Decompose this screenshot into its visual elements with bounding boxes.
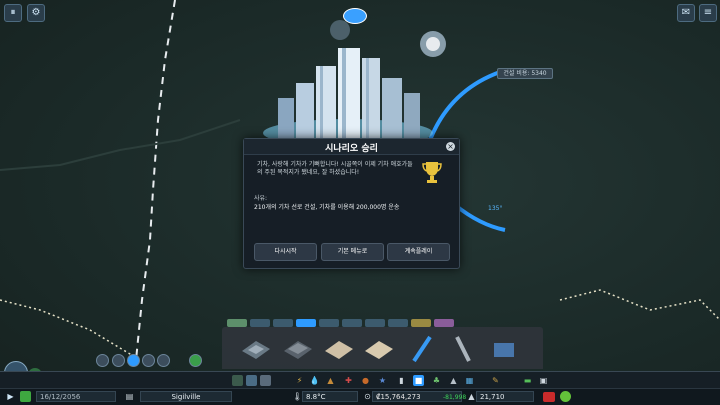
track-preview [428, 70, 501, 141]
tab-category[interactable] [250, 319, 270, 327]
asset-track-large[interactable] [363, 333, 395, 363]
tab-category[interactable] [342, 319, 362, 327]
district-icon[interactable] [246, 375, 257, 386]
tab-category[interactable] [273, 319, 293, 327]
info-icon[interactable]: ▣ [538, 375, 549, 386]
city-name[interactable]: Sigilville [140, 391, 232, 402]
main-menu-button[interactable]: 기본 메뉴로 [321, 243, 384, 261]
demand-meter[interactable] [543, 392, 555, 402]
city-skyline [263, 48, 433, 146]
tab-category[interactable] [411, 319, 431, 327]
dialog-message: 기차, 사랑해 기차가 기뻐합니다! 시골쪽이 이제 기차 애호가들의 주된 목… [257, 161, 413, 176]
asset-elevated-track[interactable] [447, 333, 479, 363]
road-faint [0, 119, 241, 171]
wonders-icon[interactable]: ▦ [464, 375, 475, 386]
economy-icon[interactable]: ✎ [490, 375, 501, 386]
reason-text: 210개의 기차 선로 건설, 기차를 이용해 200,000명 운송 [254, 204, 400, 211]
temperature: 8.8°C [302, 391, 358, 402]
water-icon[interactable]: 💧 [309, 375, 320, 386]
game-date: 16/12/2056 [36, 391, 116, 402]
tab-category[interactable] [434, 319, 454, 327]
fire-icon[interactable]: ● [360, 375, 371, 386]
tab-category[interactable] [388, 319, 408, 327]
road-dashed-line [135, 0, 176, 361]
scenario-victory-dialog: 시나리오 승리 × 기차, 사랑해 기차가 기뻐합니다! 시골쪽이 이제 기차 … [243, 138, 460, 269]
asset-panel [222, 327, 543, 369]
tab-category[interactable] [227, 319, 247, 327]
unlock-icon[interactable]: ⚙ [27, 4, 45, 22]
trophy-icon [422, 162, 442, 183]
police-icon[interactable]: ★ [377, 375, 388, 386]
asset-tunnel[interactable] [488, 333, 520, 363]
angle-label: 135° [488, 205, 503, 212]
road-tool-icon[interactable] [112, 354, 125, 367]
main-toolbar: ⚡ 💧 ▲ ✚ ● ★ ▮ ■ ♣ ▲ ▦ ✎ ▬ ▣ [0, 371, 720, 389]
zoning-icon[interactable] [232, 375, 243, 386]
city-icon: ▤ [125, 392, 134, 401]
dialog-title: 시나리오 승리 [325, 144, 378, 154]
road-faint [559, 289, 720, 321]
bulldozer-icon[interactable] [96, 354, 109, 367]
options-icon[interactable]: ≡ [699, 4, 717, 22]
continue-button[interactable]: 계속플레이 [387, 243, 450, 261]
close-icon[interactable]: × [446, 142, 455, 151]
train-tool-icon[interactable] [127, 354, 140, 367]
chirper-bird-icon[interactable] [343, 8, 367, 24]
reason-label: 사유: [254, 195, 268, 202]
policies-icon[interactable]: ▬ [522, 375, 533, 386]
asset-cargo-station[interactable] [282, 333, 314, 363]
asset-train-station[interactable] [240, 333, 272, 363]
pause-icon[interactable]: ⏸ [4, 4, 22, 22]
asset-train-track[interactable] [406, 333, 438, 363]
electricity-icon[interactable]: ⚡ [294, 375, 305, 386]
power-line-icon[interactable] [157, 354, 170, 367]
tab-category[interactable] [365, 319, 385, 327]
asset-track-small[interactable] [323, 333, 355, 363]
restart-button[interactable]: 다시시작 [254, 243, 317, 261]
chirper-icon[interactable]: ✉ [677, 4, 695, 22]
garbage-icon[interactable]: ▲ [325, 375, 336, 386]
income-delta: -81,998 [443, 394, 467, 401]
roads-icon[interactable] [260, 375, 271, 386]
speed-icon[interactable] [20, 391, 31, 402]
beautification-icon[interactable]: ♣ [431, 375, 442, 386]
tab-category[interactable] [296, 319, 316, 327]
tab-category[interactable] [319, 319, 339, 327]
healthcare-icon[interactable]: ✚ [343, 375, 354, 386]
play-icon[interactable]: ▶ [5, 391, 16, 402]
happiness-icon[interactable] [560, 391, 571, 402]
build-cost-tooltip: 건설 비용: 5340 [497, 68, 553, 79]
population[interactable]: 21,710 [476, 391, 534, 402]
education-icon[interactable]: ▮ [396, 375, 407, 386]
status-bar: ▶ 16/12/2056 ▤ Sigilville 🌡 8.8°C ⊙ ₡15,… [0, 388, 720, 405]
transport-icon[interactable]: ■ [413, 375, 424, 386]
help-icon[interactable] [189, 354, 202, 367]
road-faint [0, 299, 141, 361]
monuments-icon[interactable]: ▲ [448, 375, 459, 386]
pipe-tool-icon[interactable] [142, 354, 155, 367]
